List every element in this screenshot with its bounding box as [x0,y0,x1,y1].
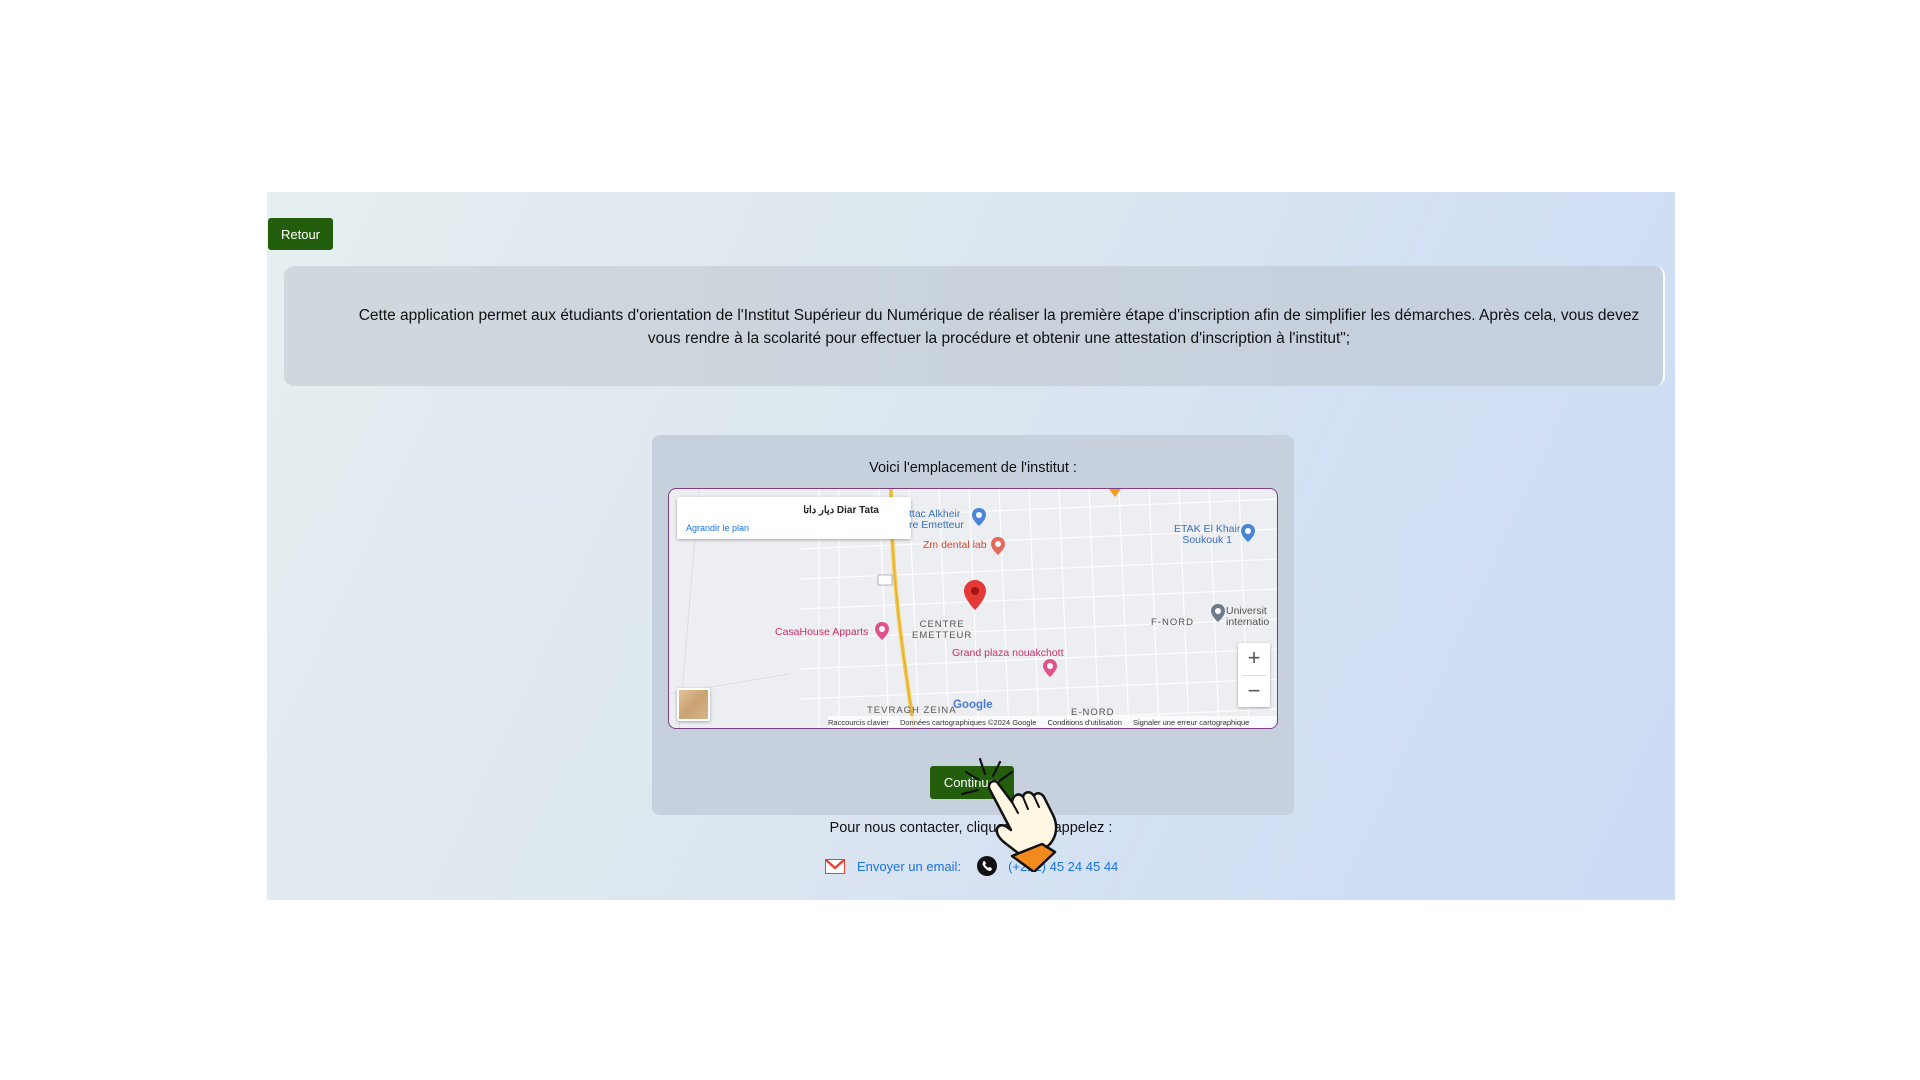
district-label: CENTRE EMETTEUR [912,619,972,641]
satellite-layer-toggle[interactable] [677,688,710,721]
email-link[interactable]: Envoyer un email: [857,859,961,874]
poi-marker-icon[interactable] [875,622,889,640]
map-attribution-bar: Raccourcis clavier Données cartographiqu… [828,716,1277,728]
district-label: TEVRAGH ZEINA [867,705,957,716]
gmail-icon[interactable] [825,858,845,874]
zoom-control: + − [1238,643,1270,707]
intro-text: Cette application permet aux étudiants d… [358,307,1640,347]
poi-marker-icon[interactable] [991,537,1005,555]
poi-label[interactable]: ttac Alkheir re Emetteur [909,509,964,531]
back-button[interactable]: Retour [268,218,333,250]
poi-label[interactable]: Zm dental lab [923,540,987,551]
map-place-card: ديار داتا Diar Tata Agrandir le plan [677,497,911,539]
poi-marker-icon[interactable] [1211,604,1225,622]
poi-marker-icon[interactable] [1043,659,1057,677]
map-data-credit: Données cartographiques ©2024 Google [899,718,1037,727]
google-logo: Google [953,699,993,711]
keyboard-shortcuts-link[interactable]: Raccourcis clavier [828,718,889,727]
embedded-map[interactable]: ديار داتا Diar Tata Agrandir le plan tta… [668,488,1278,729]
intro-card: Cette application permet aux étudiants d… [284,266,1665,386]
district-label-text: CENTRE EMETTEUR [912,619,973,641]
pointing-hand-cursor-icon [960,757,1058,872]
poi-label[interactable]: CasaHouse Apparts [775,627,868,638]
terms-link[interactable]: Conditions d'utilisation [1048,718,1122,727]
poi-label[interactable]: ETAK El Khair Soukouk 1 [1174,524,1240,546]
poi-label[interactable]: Grand plaza nouakchott [952,648,1064,659]
zoom-in-button[interactable]: + [1238,643,1270,675]
poi-label-text: ttac Alkheir re Emetteur [909,508,964,531]
map-place-name: ديار داتا Diar Tata [803,505,879,516]
poi-marker-icon[interactable] [1241,524,1255,542]
report-error-link[interactable]: Signaler une erreur cartographique [1133,718,1249,727]
poi-label[interactable]: Universit internatio [1226,606,1269,628]
poi-label-text: ETAK El Khair Soukouk 1 [1174,523,1241,546]
district-label: F-NORD [1151,617,1194,628]
zoom-out-button[interactable]: − [1238,676,1270,708]
location-pin-icon[interactable] [964,580,986,610]
enlarge-map-link[interactable]: Agrandir le plan [686,523,749,533]
poi-marker-icon[interactable] [972,508,986,526]
poi-label-text: Universit internatio [1226,605,1270,628]
location-title: Voici l'emplacement de l'institut : [869,460,1077,476]
